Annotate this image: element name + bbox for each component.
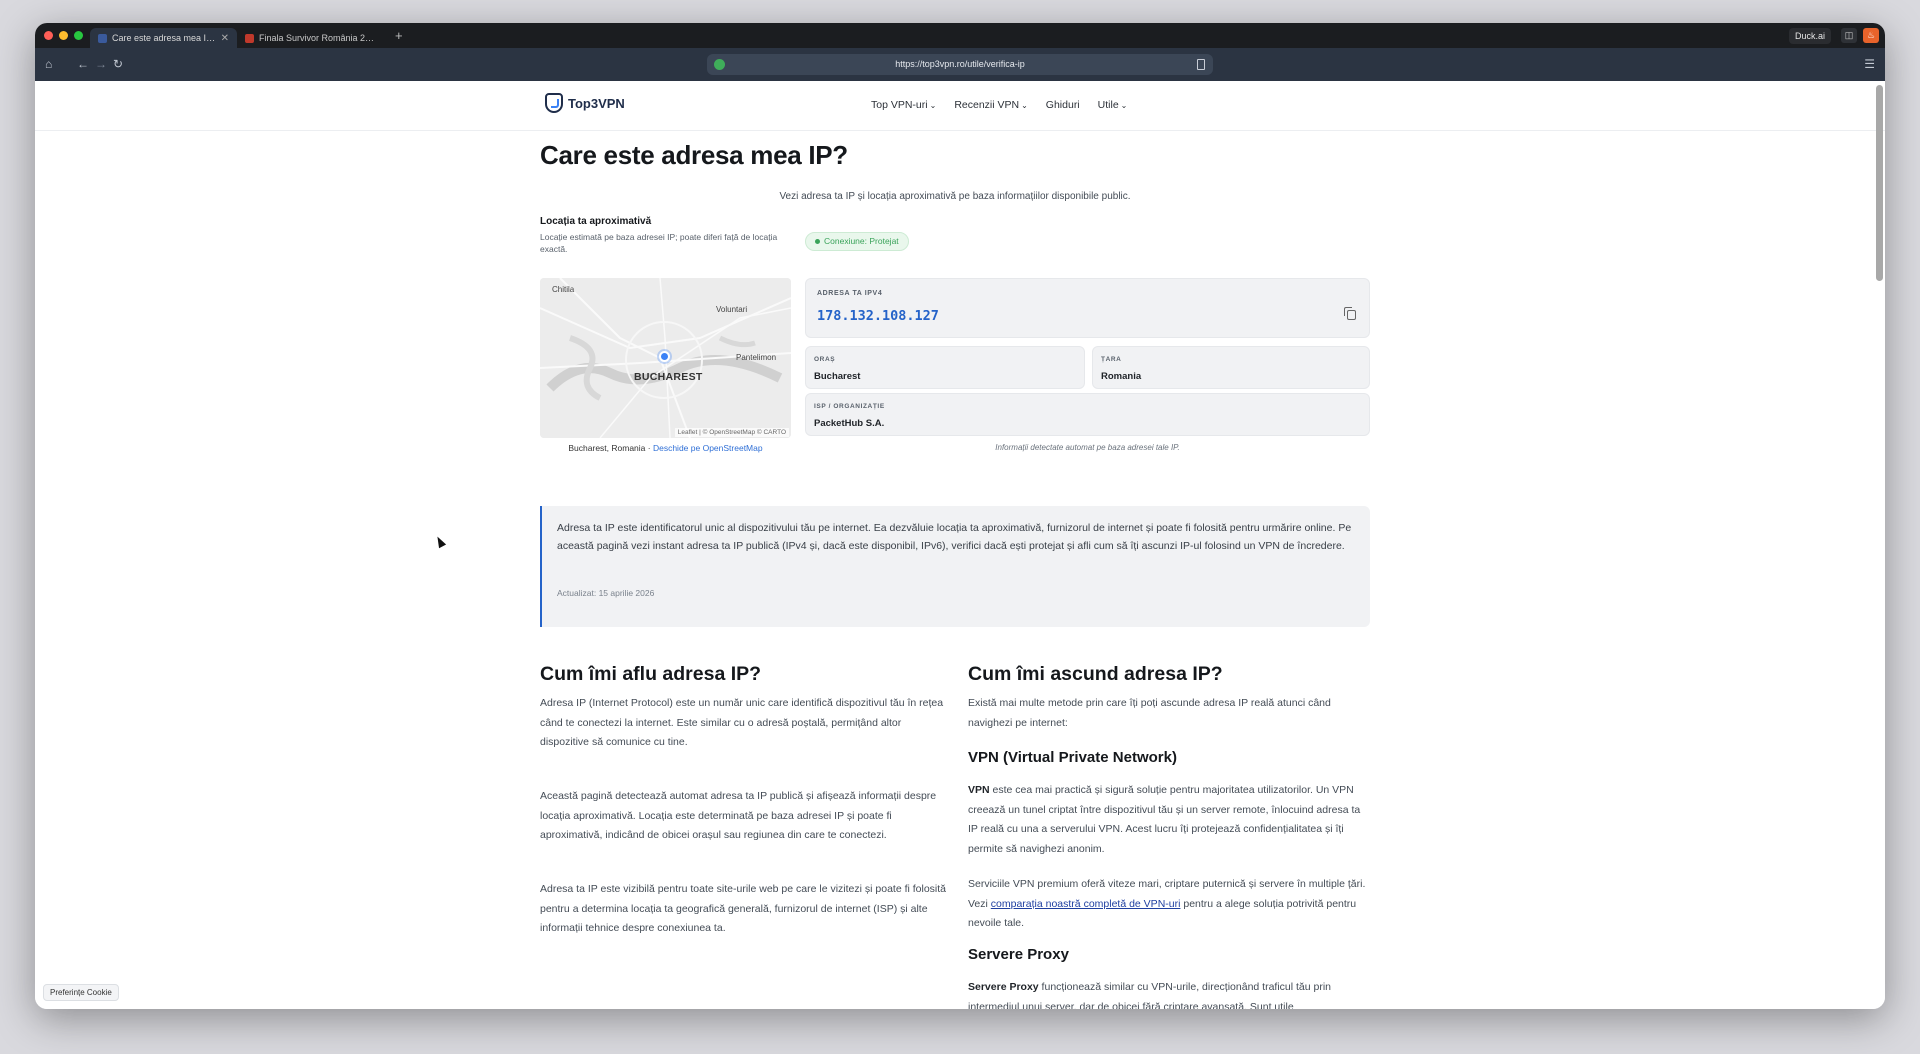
city-label: ORAȘ bbox=[814, 356, 836, 363]
chevron-down-icon: ⌄ bbox=[929, 101, 937, 110]
browser-window: Care este adresa mea IP? Ve ✕ Finala Sur… bbox=[35, 23, 1885, 1009]
back-icon[interactable]: ← bbox=[77, 57, 89, 71]
minimize-window-button[interactable] bbox=[59, 31, 68, 40]
city-card: ORAȘ Bucharest bbox=[805, 346, 1085, 389]
mouse-cursor-icon bbox=[433, 534, 447, 549]
nav-label: Utile bbox=[1097, 99, 1119, 111]
tab-title: Finala Survivor România 2026 | bbox=[259, 33, 379, 43]
proxy-paragraph: Servere Proxy funcționează similar cu VP… bbox=[968, 978, 1370, 1009]
maximize-window-button[interactable] bbox=[74, 31, 83, 40]
page-subtitle: Vezi adresa ta IP și locația aproximativ… bbox=[779, 191, 1131, 202]
left-paragraph-3: Adresa ta IP este vizibilă pentru toate … bbox=[540, 883, 947, 934]
left-heading: Cum îmi aflu adresa IP? bbox=[540, 663, 762, 685]
map-caption: Bucharest, Romania · Deschide pe OpenStr… bbox=[540, 443, 791, 453]
reload-icon[interactable]: ↻ bbox=[113, 57, 123, 71]
isp-label: ISP / ORGANIZAȚIE bbox=[814, 403, 885, 410]
privacy-shield-icon[interactable] bbox=[714, 59, 725, 70]
ipv4-card: ADRESA TA IPV4 178.132.108.127 bbox=[805, 278, 1370, 338]
vpn-text: este cea mai practică și sigură soluție … bbox=[968, 784, 1361, 855]
nav-item-utile[interactable]: Utile ⌄ bbox=[1098, 99, 1128, 111]
vpn-paragraph: VPN este cea mai practică și sigură solu… bbox=[968, 781, 1370, 859]
nav-item-ghiduri[interactable]: Ghiduri bbox=[1046, 99, 1080, 111]
web-page: Top3VPN Top VPN-uri ⌄ Recenzii VPN ⌄ Ghidu… bbox=[35, 81, 1885, 1009]
nav-label: Top VPN-uri bbox=[871, 99, 928, 111]
fire-icon[interactable]: ♨ bbox=[1863, 28, 1879, 43]
vpn-heading: VPN (Virtual Private Network) bbox=[968, 749, 1177, 766]
menu-icon[interactable]: ☰ bbox=[1864, 57, 1875, 71]
nav-item-top-vpn[interactable]: Top VPN-uri ⌄ bbox=[871, 99, 936, 111]
map-label-pantelimon: Pantelimon bbox=[736, 353, 777, 362]
location-pin-icon[interactable] bbox=[659, 351, 670, 362]
close-window-button[interactable] bbox=[44, 31, 53, 40]
copy-icon[interactable] bbox=[1344, 307, 1356, 320]
vpn-comparison-link[interactable]: comparația noastră completă de VPN-uri bbox=[991, 898, 1181, 910]
connection-status-badge: Conexiune: Protejat bbox=[805, 232, 909, 251]
nav-label: Recenzii VPN bbox=[954, 99, 1020, 111]
browser-toolbar: ⌂ ← → ↻ https://top3vpn.ro/utile/verific… bbox=[35, 48, 1885, 81]
right-intro: Există mai multe metode prin care îți po… bbox=[968, 697, 1331, 729]
logo-text: Top3VPN bbox=[568, 95, 625, 111]
chevron-down-icon: ⌄ bbox=[1120, 101, 1128, 110]
location-title: Locația ta aproximativă bbox=[540, 216, 652, 227]
forward-icon[interactable]: → bbox=[95, 57, 107, 71]
page-title: Care este adresa mea IP? bbox=[540, 140, 848, 170]
map-label-chitila: Chitila bbox=[552, 285, 575, 294]
ipv4-label: ADRESA TA IPV4 bbox=[817, 290, 883, 297]
updated-date: Actualizat: 15 aprilie 2026 bbox=[557, 588, 655, 598]
location-description: Locație estimată pe baza adresei IP; poa… bbox=[540, 232, 778, 254]
proxy-heading: Servere Proxy bbox=[968, 946, 1069, 963]
map-caption-place: Bucharest, Romania · bbox=[568, 443, 651, 453]
vpn-paragraph-2: Serviciile VPN premium oferă viteze mari… bbox=[968, 875, 1370, 934]
tab-active[interactable]: Care este adresa mea IP? Ve ✕ bbox=[90, 28, 237, 48]
open-osm-link[interactable]: Deschide pe OpenStreetMap bbox=[653, 443, 763, 453]
tab-inactive[interactable]: Finala Survivor România 2026 | bbox=[237, 28, 387, 48]
ipv4-value: 178.132.108.127 bbox=[817, 308, 939, 324]
home-icon[interactable]: ⌂ bbox=[45, 57, 52, 71]
main-nav: Top VPN-uri ⌄ Recenzii VPN ⌄ Ghiduri Utile… bbox=[871, 99, 1127, 111]
bookmark-icon[interactable] bbox=[1197, 59, 1205, 70]
window-controls bbox=[35, 31, 90, 40]
sidebar-toggle-icon[interactable]: ◫ bbox=[1841, 28, 1857, 43]
map-attribution[interactable]: Leaflet | © OpenStreetMap © CARTO bbox=[674, 428, 789, 437]
country-card: ȚARA Romania bbox=[1092, 346, 1370, 389]
info-text: Adresa ta IP este identificatorul unic a… bbox=[557, 522, 1352, 552]
nav-item-recenzii[interactable]: Recenzii VPN ⌄ bbox=[954, 99, 1027, 111]
page-scrollbar[interactable] bbox=[1876, 85, 1883, 281]
isp-card: ISP / ORGANIZAȚIE PacketHub S.A. bbox=[805, 393, 1370, 436]
tab-bar: Care este adresa mea IP? Ve ✕ Finala Sur… bbox=[35, 23, 1885, 48]
info-callout: Adresa ta IP este identificatorul unic a… bbox=[540, 506, 1370, 627]
map-label-voluntari: Voluntari bbox=[716, 305, 748, 314]
tab-title: Care este adresa mea IP? Ve bbox=[112, 33, 216, 43]
proxy-bold: Servere Proxy bbox=[968, 981, 1039, 993]
location-map[interactable]: Chitila Voluntari Pantelimon BUCHAREST L… bbox=[540, 278, 791, 438]
close-tab-icon[interactable]: ✕ bbox=[221, 33, 229, 44]
shield-logo-icon bbox=[545, 93, 563, 113]
status-text: Conexiune: Protejat bbox=[824, 236, 899, 246]
site-favicon-icon bbox=[245, 33, 254, 43]
cookie-preferences-button[interactable]: Preferințe Cookie bbox=[43, 984, 119, 1001]
new-tab-button[interactable]: + bbox=[395, 28, 403, 43]
site-header: Top3VPN Top VPN-uri ⌄ Recenzii VPN ⌄ Ghidu… bbox=[35, 81, 1885, 131]
left-paragraph-2: Această pagină detectează automat adresa… bbox=[540, 790, 937, 841]
chevron-down-icon: ⌄ bbox=[1021, 101, 1028, 110]
site-favicon-icon bbox=[98, 33, 107, 43]
address-bar[interactable]: https://top3vpn.ro/utile/verifica-ip bbox=[707, 54, 1213, 75]
right-heading: Cum îmi ascund adresa IP? bbox=[968, 663, 1223, 685]
country-value: Romania bbox=[1101, 371, 1142, 382]
map-city-label: BUCHAREST bbox=[634, 371, 703, 383]
left-paragraph-1: Adresa IP (Internet Protocol) este un nu… bbox=[540, 697, 944, 748]
vpn-bold: VPN bbox=[968, 784, 990, 796]
site-logo[interactable]: Top3VPN bbox=[545, 93, 625, 113]
auto-detect-note: Informații detectate automat pe baza adr… bbox=[995, 443, 1180, 452]
url-text: https://top3vpn.ro/utile/verifica-ip bbox=[895, 59, 1025, 69]
city-value: Bucharest bbox=[814, 371, 861, 382]
isp-value: PacketHub S.A. bbox=[814, 418, 885, 429]
country-label: ȚARA bbox=[1101, 356, 1122, 363]
status-dot-icon bbox=[815, 239, 820, 245]
duck-ai-button[interactable]: Duck.ai bbox=[1788, 28, 1831, 44]
